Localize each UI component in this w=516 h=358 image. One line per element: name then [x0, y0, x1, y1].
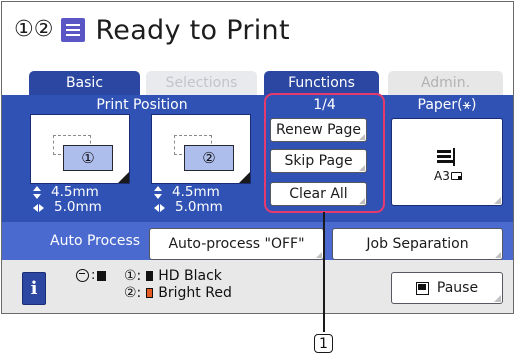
drum1-offset: 4.5mm 5.0mm — [33, 185, 102, 215]
document-icon — [61, 18, 86, 42]
vertical-arrows-icon — [154, 185, 162, 200]
paper-size: A3 — [434, 169, 462, 183]
drum2-horizontal-offset: 5.0mm — [175, 199, 223, 215]
auto-process-label: Auto Process — [50, 233, 141, 249]
master-colon: : — [91, 268, 96, 283]
horizontal-arrows-icon — [33, 203, 44, 213]
job-separation-button[interactable]: Job Separation — [332, 228, 503, 260]
drum2-ink-label: ②: — [124, 285, 142, 301]
drum1-vertical-offset: 4.5mm — [51, 184, 99, 200]
drum2-page: ② — [184, 145, 234, 171]
red-ink-icon — [146, 288, 154, 298]
drum1-horizontal-offset: 5.0mm — [54, 199, 102, 215]
master-block-icon — [97, 270, 107, 281]
info-button[interactable]: i — [22, 272, 46, 305]
printer-panel-screen: ①② Ready to Print Basic Selections Funct… — [1, 1, 514, 314]
paper-stack-icon — [437, 148, 455, 166]
drum1-ink: ①: HD Black — [124, 268, 222, 284]
page-title: Ready to Print — [95, 14, 290, 46]
landscape-icon — [450, 172, 462, 180]
callout-line — [323, 212, 325, 332]
pause-button[interactable]: Pause — [391, 272, 503, 304]
corner-marker — [118, 172, 129, 183]
paper-header: Paper(⚹) — [417, 97, 477, 113]
master-status: : — [76, 268, 107, 283]
horizontal-arrows-icon — [154, 203, 165, 213]
title-bar: ①② Ready to Print — [14, 12, 290, 48]
printer-icon — [415, 281, 429, 295]
corner-marker — [239, 172, 250, 183]
tab-basic[interactable]: Basic — [29, 71, 140, 95]
paper-button[interactable]: A3 — [391, 118, 503, 206]
drum1-ink-name: HD Black — [158, 268, 222, 284]
pause-label: Pause — [436, 280, 479, 296]
callout-highlight — [264, 93, 385, 213]
drum2-ink-name: Bright Red — [158, 285, 232, 301]
drum-numbers: ①② — [14, 17, 54, 42]
callout-number: 1 — [314, 334, 333, 353]
drum2-vertical-offset: 4.5mm — [172, 184, 220, 200]
drum1-ink-label: ①: — [124, 268, 142, 284]
drum2-ink: ②: Bright Red — [124, 285, 232, 301]
print-position-drum2-button[interactable]: ② — [151, 114, 251, 184]
master-icon — [76, 269, 89, 282]
tab-admin[interactable]: Admin. — [388, 71, 503, 95]
tab-functions[interactable]: Functions — [264, 71, 379, 95]
vertical-arrows-icon — [33, 185, 41, 200]
auto-process-button[interactable]: Auto-process "OFF" — [149, 228, 324, 260]
print-position-header: Print Position — [96, 97, 188, 113]
drum1-page: ① — [63, 145, 113, 171]
tab-selections[interactable]: Selections — [146, 71, 257, 95]
black-ink-icon — [146, 271, 154, 281]
info-icon: i — [30, 278, 38, 299]
paper-size-label: A3 — [434, 169, 450, 183]
print-position-drum1-button[interactable]: ① — [30, 114, 130, 184]
drum2-offset: 4.5mm 5.0mm — [154, 185, 223, 215]
